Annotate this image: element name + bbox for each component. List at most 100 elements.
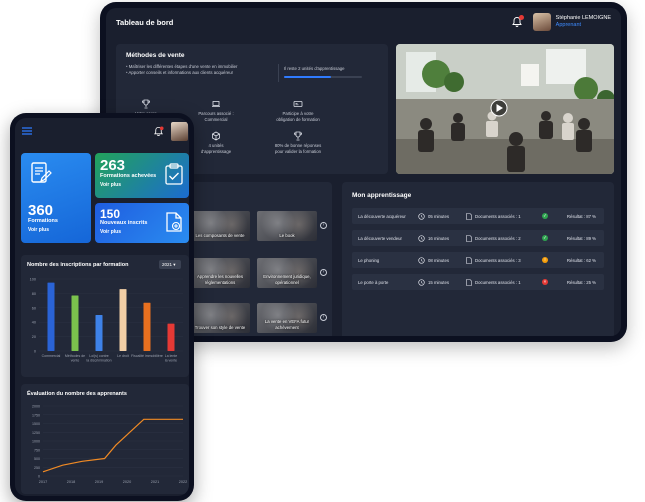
avatar[interactable] (532, 13, 551, 31)
lesson-documents[interactable]: Documents associés : 2 (466, 234, 542, 242)
chevron-right-icon[interactable]: › (320, 222, 327, 229)
learning-row[interactable]: Le porte à porte 15 minutes Documents asso… (352, 274, 604, 290)
x-tick-label: La lente (165, 354, 178, 358)
duration-text: 05 minutes (428, 213, 450, 219)
card-label: Formations achevées (100, 173, 157, 179)
y-tick-label: 60 (32, 306, 36, 310)
bar (47, 282, 55, 351)
notification-bell-icon[interactable] (153, 126, 164, 137)
course-card[interactable]: Le book (257, 211, 317, 241)
menu-icon[interactable] (22, 127, 32, 135)
x-tick-label: 2021 (151, 480, 159, 484)
x-tick-label: Le droit (117, 354, 129, 358)
y-tick-label: 1500 (32, 422, 40, 426)
document-icon (466, 278, 472, 286)
x-tick-label: Fiscalité immobilière (131, 354, 163, 358)
bar (71, 295, 79, 351)
user-info[interactable]: Stéphanie LEMOIGNE Apprenant (556, 15, 611, 29)
y-tick-label: 1250 (32, 431, 40, 435)
lesson-result: Résultat : 62 % (566, 257, 596, 263)
duration-text: 15 minutes (428, 279, 450, 285)
see-more-link[interactable]: Voir plus (100, 182, 156, 188)
phone-screen: 263 Formations achevées Voir plus 360 Fo… (15, 118, 189, 496)
lesson-documents[interactable]: Documents associés : 1 (466, 278, 542, 286)
y-tick-label: 1750 (32, 413, 40, 417)
card-number: 150 (100, 207, 121, 221)
course-video[interactable] (396, 44, 614, 174)
x-tick-label: Commercial (42, 354, 61, 358)
feature-line: 80% de bonne réponses (274, 143, 322, 148)
card-number: 263 (100, 157, 126, 174)
notification-bell-icon[interactable] (511, 15, 524, 28)
learning-row[interactable]: La découverte acquéreur 05 minutes Documen… (352, 208, 604, 224)
clock-icon (418, 212, 425, 220)
lesson-name: La découverte vendeur (358, 235, 402, 241)
lesson-duration: 15 minutes (418, 278, 466, 286)
user-name: Stéphanie LEMOIGNE (555, 14, 611, 21)
card-label: Formations (28, 218, 58, 224)
x-tick-label: 2019 (95, 480, 103, 484)
feature-obligation: Participe à votre obligation de formatio… (258, 99, 338, 123)
x-tick-label: la vente (165, 359, 177, 363)
status-badge: ! (542, 257, 548, 263)
status-badge: × (542, 279, 548, 285)
course-label: Apprendre les nouvelles réglementations (196, 274, 244, 285)
course-label: Trouver son style de vente (194, 324, 246, 330)
y-tick-label: 100 (30, 278, 36, 282)
learning-row[interactable]: La découverte vendeur 16 minutes Documents… (352, 230, 604, 246)
learning-row[interactable]: Le phoning 08 minutes Documents associés :… (352, 252, 604, 268)
document-icon (466, 212, 472, 220)
line-chart: 2000 1750 1500 1250 1000 750 500 250 02017 2018 20… (32, 405, 187, 485)
course-progress-bar (284, 76, 362, 78)
x-tick-label: Méthodes de (65, 354, 85, 358)
promo-stage: Tableau de bord Stéphanie LEMOIGNE Appre… (0, 0, 645, 502)
clock-icon (418, 278, 425, 286)
course-card[interactable]: Trouver son style de vente (190, 303, 250, 333)
registrations-chart: Nombre des inscriptions par formation 20… (21, 255, 189, 377)
see-more-link[interactable]: Voir plus (100, 229, 147, 235)
y-tick-label: 0 (34, 350, 36, 354)
document-edit-icon (31, 162, 52, 183)
course-card[interactable]: Les composants de vente (190, 211, 250, 241)
bar (119, 289, 127, 351)
feature-line: 4 unités (208, 143, 224, 148)
y-tick-label: 500 (34, 457, 40, 461)
cubes-icon (212, 131, 220, 141)
lesson-documents[interactable]: Documents associés : 1 (466, 212, 542, 220)
lesson-result: Résultat : 87 % (566, 213, 596, 219)
progress-fill (284, 76, 331, 78)
see-more-link[interactable]: Voir plus (28, 227, 58, 233)
new-registrants-card[interactable]: 150 Nouveaux inscrits Voir plus (95, 203, 189, 243)
course-card[interactable]: La vente en VEFA futur achèvement (257, 303, 317, 333)
feature-line: Participe à votre (282, 111, 314, 116)
avatar[interactable] (171, 122, 188, 141)
bar (143, 302, 151, 351)
completed-trainings-card[interactable]: 263 Formations achevées Voir plus (95, 153, 189, 198)
y-tick-label: 20 (32, 335, 36, 339)
course-card[interactable]: Environnement juridique, opérationnel (257, 258, 317, 288)
lesson-duration: 16 minutes (418, 234, 466, 242)
x-tick-label: 2017 (39, 480, 47, 484)
documents-text: Documents associés : 3 (475, 257, 521, 263)
course-card[interactable]: Apprendre les nouvelles réglementations (190, 258, 250, 288)
laptop-icon (212, 101, 220, 107)
y-tick-label: 40 (32, 321, 36, 325)
course-title: Méthodes de vente (126, 52, 185, 59)
documents-text: Documents associés : 2 (475, 235, 521, 241)
course-label: Les composants de vente (195, 232, 245, 238)
series-line (42, 418, 183, 473)
chevron-right-icon[interactable]: › (320, 269, 327, 276)
trophy-icon (294, 131, 302, 141)
lesson-documents[interactable]: Documents associés : 3 (466, 256, 542, 264)
trainings-card[interactable]: 360 Formations Voir plus (21, 153, 91, 243)
status-badge: ✓ (542, 235, 548, 241)
document-icon (466, 256, 472, 264)
document-icon (466, 234, 472, 242)
y-tick-label: 0 (38, 475, 40, 479)
chevron-right-icon[interactable]: › (320, 314, 327, 321)
lesson-duration: 08 minutes (418, 256, 466, 264)
duration-text: 08 minutes (428, 257, 450, 263)
y-tick-label: 80 (32, 292, 36, 296)
y-tick-label: 1000 (32, 440, 40, 444)
x-tick-label: la discrimination (86, 359, 111, 363)
